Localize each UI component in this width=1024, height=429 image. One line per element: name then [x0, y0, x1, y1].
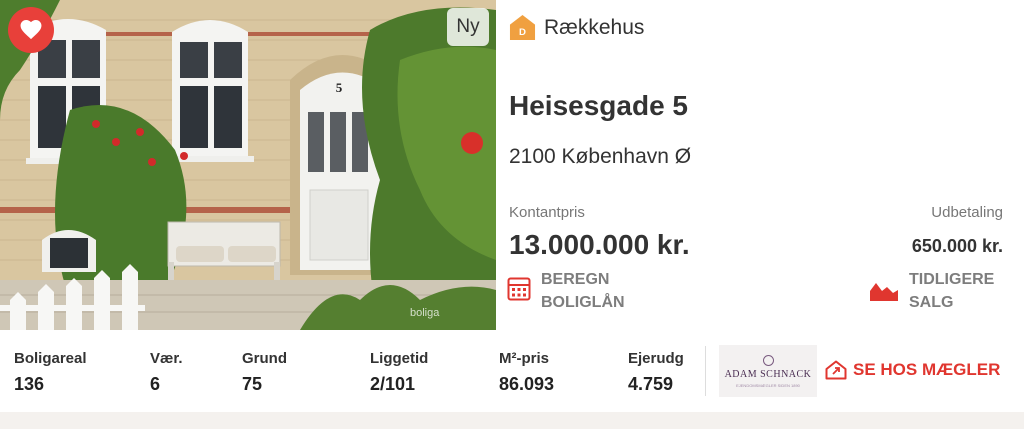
calculate-loan-button[interactable]: BEREGN BOLIGLÅN [507, 268, 651, 314]
stat-owner-expense: Ejerudg 4.759 [628, 350, 684, 395]
house-icon-letter: D [519, 27, 526, 38]
stat-value: 6 [150, 374, 161, 394]
page-background [0, 412, 1024, 429]
new-listing-badge: Ny [447, 8, 489, 46]
stat-rooms: Vær. 6 [150, 350, 183, 395]
listing-address[interactable]: Heisesgade 5 [509, 90, 688, 122]
stat-label: Grund [242, 350, 287, 367]
broker-logo[interactable]: ADAM SCHNACK EJENDOMSMÆGLER SIDEN 1890 [719, 345, 817, 397]
stat-label: Vær. [150, 350, 183, 367]
stat-living-area: Boligareal 136 [14, 350, 87, 395]
price-label: Kontantpris [509, 204, 585, 221]
stat-value: 136 [14, 374, 45, 394]
broker-tagline: EJENDOMSMÆGLER SIDEN 1890 [736, 382, 800, 388]
house-icon: D [509, 14, 536, 41]
heart-icon [20, 20, 42, 40]
stat-lot: Grund 75 [242, 350, 287, 395]
divider [705, 346, 706, 396]
previous-sales-button[interactable]: TIDLIGERE SALG [869, 268, 1019, 314]
property-type: D Rækkehus [509, 14, 644, 41]
down-payment-value: 650.000 kr. [911, 236, 1003, 256]
stat-listing-time: Liggetid 2/101 [370, 350, 428, 395]
see-broker-label: SE HOS MÆGLER [853, 360, 1001, 379]
broker-crest [762, 354, 774, 366]
stat-label: M²-pris [499, 350, 549, 367]
listing-city: 2100 København Ø [509, 145, 692, 168]
area-chart-icon [870, 283, 898, 301]
favorite-button[interactable] [8, 7, 54, 53]
stat-label: Ejerudg [628, 350, 684, 367]
stat-value: 4.759 [628, 374, 674, 394]
down-payment-label: Udbetaling [931, 204, 1003, 221]
calculate-loan-label: BEREGN BOLIGLÅN [541, 271, 625, 311]
listing-photo[interactable]: 5 Ny boliga [0, 0, 496, 330]
previous-sales-label: TIDLIGERE SALG [909, 271, 995, 311]
house-link-icon [825, 360, 847, 380]
calculator-icon [507, 277, 531, 301]
stat-value: 86.093 [499, 374, 555, 394]
listing-card[interactable]: 5 Ny boliga D Rækkehus Heisesgade 5 2100… [0, 0, 1024, 412]
see-broker-button[interactable]: SE HOS MÆGLER [825, 360, 1000, 380]
house-facade-image: 5 [0, 0, 496, 330]
broker-name: ADAM SCHNACK [724, 368, 812, 380]
photo-watermark: boliga [410, 307, 440, 319]
property-type-label: Rækkehus [544, 15, 645, 39]
price-value: 13.000.000 kr. [509, 229, 690, 260]
stat-label: Liggetid [370, 350, 429, 367]
stat-price-per-sqm: M²-pris 86.093 [499, 350, 554, 395]
house-number: 5 [336, 80, 343, 95]
stat-value: 75 [242, 374, 263, 394]
stat-label: Boligareal [14, 350, 87, 367]
stat-value: 2/101 [370, 374, 416, 394]
listing-stats: Boligareal 136 Vær. 6 Grund 75 Liggetid … [0, 330, 1024, 412]
